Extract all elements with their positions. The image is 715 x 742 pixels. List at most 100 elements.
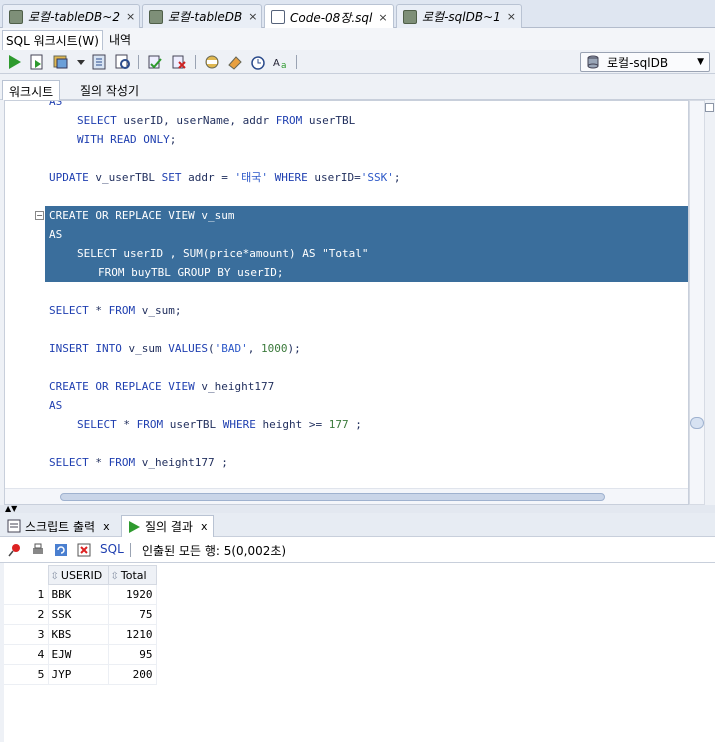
output-tabs: 스크립트 출력 x 질의 결과 x (0, 513, 715, 537)
userid-cell[interactable]: JYP (48, 664, 109, 685)
code-line[interactable]: CREATE OR REPLACE VIEW v_sum (45, 206, 688, 225)
code-line[interactable]: FROM buyTBL GROUP BY userID; (45, 263, 688, 282)
table-header-row: ⇳ USERID ⇳ Total (4, 565, 157, 585)
table-row[interactable]: 2 SSK 75 (4, 604, 157, 625)
autotrace-icon[interactable] (52, 53, 70, 71)
code-token: INTO (95, 342, 122, 355)
code-token: v_height177 (141, 456, 215, 469)
code-token: UPDATE (49, 171, 89, 184)
editor-horizontal-scrollbar[interactable] (5, 488, 688, 504)
code-line[interactable]: SELECT * FROM v_height177 ; (45, 453, 228, 472)
tab-history[interactable]: 내역 (106, 30, 134, 49)
clear-eraser-icon[interactable] (226, 53, 244, 71)
close-icon[interactable]: x (103, 520, 110, 533)
sql-editor[interactable]: − AS SELECT userID, userName, addr FROM u… (4, 100, 689, 505)
sql-tuning-icon[interactable] (203, 53, 221, 71)
total-cell[interactable]: 1210 (108, 624, 157, 645)
column-header-total[interactable]: ⇳ Total (107, 565, 157, 585)
chevron-down-icon[interactable] (72, 53, 90, 71)
rollback-icon[interactable] (170, 53, 188, 71)
code-line[interactable]: AS (45, 101, 62, 111)
run-script-icon[interactable] (28, 53, 46, 71)
split-arrows-icon[interactable]: ▲▼ (5, 505, 17, 513)
cancel-fetch-icon[interactable] (77, 543, 91, 557)
tab-query-result[interactable]: 질의 결과 x (121, 515, 214, 537)
code-line[interactable]: AS (45, 396, 62, 415)
doc-tab-code-sql[interactable]: Code-08장.sql × (264, 4, 394, 29)
commit-icon[interactable] (146, 53, 164, 71)
code-line[interactable]: UPDATE v_userTBL SET addr = '태국' WHERE u… (45, 168, 400, 187)
scroll-thumb[interactable] (690, 417, 704, 429)
splitter[interactable] (0, 505, 715, 513)
tab-query-builder[interactable]: 질의 작성기 (74, 80, 145, 100)
total-cell[interactable]: 75 (108, 604, 157, 625)
code-area[interactable]: AS SELECT userID, userName, addr FROM use… (45, 101, 688, 488)
sql-file-icon (271, 10, 285, 24)
code-line[interactable]: CREATE OR REPLACE VIEW v_height177 (45, 377, 274, 396)
tab-worksheet[interactable]: 워크시트 (2, 80, 61, 100)
code-token: ; (276, 266, 284, 279)
code-token: WHERE (222, 418, 256, 431)
sql-link[interactable]: SQL (100, 542, 124, 556)
total-cell[interactable]: 95 (108, 644, 157, 665)
panel-toggle-checkbox[interactable] (705, 103, 714, 112)
code-token: SUM (183, 247, 203, 260)
scroll-thumb[interactable] (60, 493, 605, 501)
code-token: FROM (108, 304, 136, 317)
close-icon[interactable]: x (201, 520, 208, 533)
run-statement-icon[interactable] (5, 53, 23, 71)
total-cell[interactable]: 1920 (108, 584, 157, 605)
table-row[interactable]: 4 EJW 95 (4, 644, 157, 665)
userid-cell[interactable]: BBK (48, 584, 109, 605)
database-connection-icon (9, 9, 23, 24)
code-line[interactable] (45, 282, 49, 301)
code-line[interactable]: SELECT * FROM userTBL WHERE height >= 17… (45, 415, 362, 434)
doc-tab-sqldb-1[interactable]: 로컬-sqlDB~1 × (396, 4, 522, 28)
table-row[interactable]: 1 BBK 1920 (4, 584, 157, 605)
userid-cell[interactable]: KBS (48, 624, 109, 645)
pin-icon[interactable] (8, 543, 22, 557)
code-token: ; (221, 456, 228, 469)
total-cell[interactable]: 200 (108, 664, 157, 685)
editor-vertical-scrollbar[interactable] (689, 100, 705, 505)
explain-plan-icon[interactable] (90, 53, 108, 71)
code-token: OR (95, 209, 109, 222)
connection-select[interactable]: 로컬-sqlDB ▼ (580, 52, 710, 72)
userid-cell[interactable]: EJW (48, 644, 109, 665)
table-row[interactable]: 5 JYP 200 (4, 664, 157, 685)
tab-sql-worksheet[interactable]: SQL 워크시트(W) (2, 30, 103, 50)
print-icon[interactable] (31, 543, 45, 557)
column-header-userid[interactable]: ⇳ USERID (47, 565, 109, 585)
doc-tab-tabledb[interactable]: 로컬-tableDB × (142, 4, 262, 28)
code-line[interactable] (45, 434, 49, 453)
format-case-icon[interactable]: Aa (272, 53, 290, 71)
code-line[interactable] (45, 320, 49, 339)
close-icon[interactable]: × (126, 10, 135, 23)
column-header-label: Total (120, 568, 147, 582)
history-icon[interactable] (249, 53, 267, 71)
code-line[interactable]: SELECT userID, userName, addr FROM userT… (45, 111, 355, 130)
fold-toggle-icon[interactable]: − (35, 211, 44, 220)
code-line[interactable] (45, 358, 49, 377)
code-line[interactable] (45, 149, 49, 168)
code-token: VIEW (168, 209, 195, 222)
result-grid[interactable]: ⇳ USERID ⇳ Total 1 BBK 1920 2 SSK 75 3 KBS 1210 4 EJ… (4, 563, 715, 742)
row-number-cell: 3 (4, 624, 49, 645)
userid-cell[interactable]: SSK (48, 604, 109, 625)
code-line[interactable]: SELECT * FROM v_sum; (45, 301, 182, 320)
code-line[interactable]: SELECT userID , SUM(price*amount) AS "To… (45, 244, 688, 263)
tab-script-output[interactable]: 스크립트 출력 x (2, 515, 115, 537)
close-icon[interactable]: × (507, 10, 516, 23)
close-icon[interactable]: × (378, 11, 387, 24)
code-token: 177 (328, 418, 349, 431)
code-line[interactable]: WITH READ ONLY; (45, 130, 176, 149)
code-line[interactable]: AS (45, 225, 688, 244)
close-icon[interactable]: × (248, 10, 257, 23)
code-line[interactable]: INSERT INTO v_sum VALUES('BAD', 1000); (45, 339, 301, 358)
refresh-icon[interactable] (54, 543, 68, 557)
table-row[interactable]: 3 KBS 1210 (4, 624, 157, 645)
code-line[interactable] (45, 187, 49, 206)
doc-tab-tabledb-2[interactable]: 로컬-tableDB~2 × (2, 4, 140, 28)
find-icon[interactable] (114, 53, 132, 71)
